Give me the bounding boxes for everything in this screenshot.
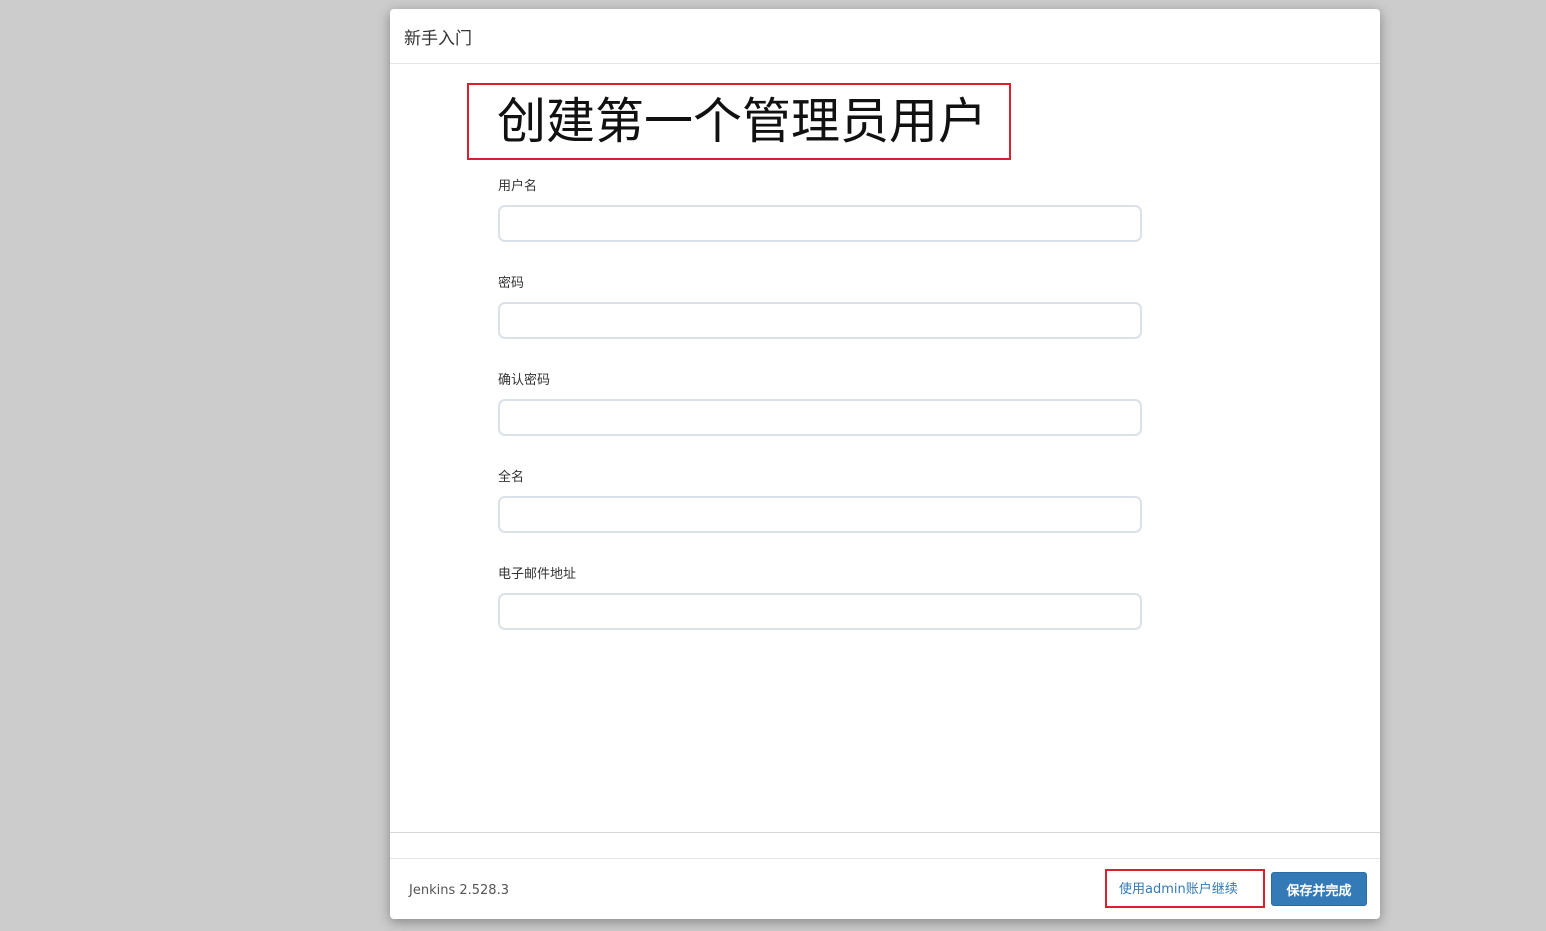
dialog-header: 新手入门 <box>390 9 1380 64</box>
dialog-title: 新手入门 <box>404 29 472 49</box>
confirm-password-input[interactable] <box>498 399 1142 436</box>
full-name-input[interactable] <box>498 496 1142 533</box>
version-label: Jenkins 2.528.3 <box>409 883 509 898</box>
content-divider <box>390 832 1380 833</box>
page-heading: 创建第一个管理员用户 <box>497 93 988 150</box>
email-input[interactable] <box>498 593 1142 630</box>
continue-as-admin-button[interactable]: 使用admin账户继续 <box>1119 878 1238 897</box>
dialog-footer: Jenkins 2.528.3 使用admin账户继续 保存并完成 <box>390 858 1380 919</box>
full-name-label: 全名 <box>498 470 525 485</box>
save-and-finish-button[interactable]: 保存并完成 <box>1271 872 1367 906</box>
confirm-password-label: 确认密码 <box>498 373 551 388</box>
email-label: 电子邮件地址 <box>498 567 577 582</box>
setup-wizard-dialog: 新手入门 创建第一个管理员用户 用户名 密码 确认密码 全名 电子邮件地址 Je… <box>390 9 1380 919</box>
password-input[interactable] <box>498 302 1142 339</box>
username-label: 用户名 <box>498 179 538 194</box>
password-label: 密码 <box>498 276 525 291</box>
username-input[interactable] <box>498 205 1142 242</box>
